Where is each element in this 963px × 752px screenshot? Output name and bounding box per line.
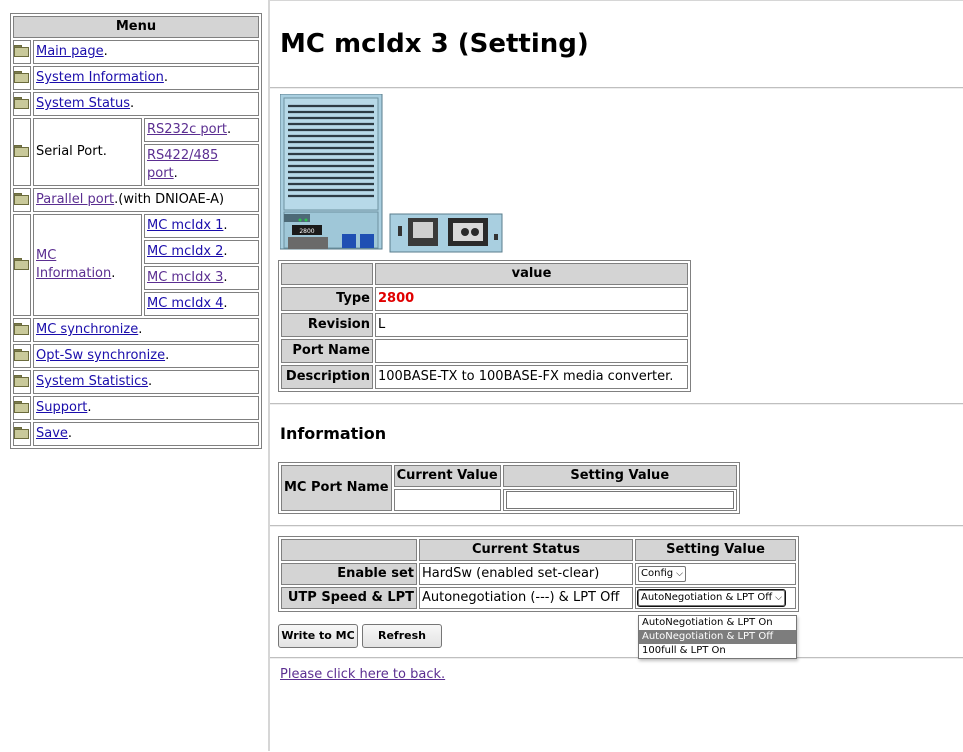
device-model-label: 2800 xyxy=(299,228,314,235)
current-value-header: Current Value xyxy=(393,465,501,487)
table-row: Description 100BASE-TX to 100BASE-FX med… xyxy=(281,365,688,389)
type-value: 2800 xyxy=(375,287,688,311)
enable-set-select[interactable]: Config ⌵ xyxy=(638,565,686,582)
enable-set-current: HardSw (enabled set-clear) xyxy=(419,563,633,585)
setting-value-header: Setting Value xyxy=(635,539,796,561)
menu-link-rs422-485[interactable]: RS422/485 port xyxy=(147,148,218,181)
folder-icon xyxy=(14,45,29,57)
mc-port-name-header: MC Port Name xyxy=(281,465,392,511)
menu-link-rs232c[interactable]: RS232c port xyxy=(147,122,227,137)
write-to-mc-button[interactable]: Write to MC xyxy=(278,624,358,648)
menu-header: Menu xyxy=(13,16,259,38)
revision-value: L xyxy=(375,313,688,337)
utp-speed-dropdown: AutoNegotiation & LPT On AutoNegotiation… xyxy=(638,615,797,659)
chevron-down-icon: ⌵ xyxy=(676,568,683,579)
utp-speed-select[interactable]: AutoNegotiation & LPT Off ⌵ xyxy=(637,588,786,607)
dropdown-option[interactable]: AutoNegotiation & LPT On xyxy=(639,616,796,630)
folder-icon xyxy=(14,145,29,157)
device-image: 2800 xyxy=(280,94,503,253)
folder-icon xyxy=(14,349,29,361)
content-frame: MC mcIdx 3 (Setting) 2800 value Type 280… xyxy=(270,0,963,752)
menu-link-mc-mcidx-1[interactable]: MC mcIdx 1 xyxy=(147,218,223,233)
status-table: Current Status Setting Value Enable set … xyxy=(278,536,799,612)
row-label-description: Description xyxy=(281,365,373,389)
folder-icon xyxy=(14,401,29,413)
row-label-utp-speed: UTP Speed & LPT xyxy=(281,587,417,609)
menu-link-mc-mcidx-3[interactable]: MC mcIdx 3 xyxy=(147,270,223,285)
menu-link-mc-mcidx-4[interactable]: MC mcIdx 4 xyxy=(147,296,223,311)
utp-speed-current: Autonegotiation (---) & LPT Off xyxy=(419,587,633,609)
dropdown-option[interactable]: 100full & LPT On xyxy=(639,644,796,658)
menu-link-main-page[interactable]: Main page xyxy=(36,44,104,59)
menu-link-mc-mcidx-2[interactable]: MC mcIdx 2 xyxy=(147,244,223,259)
refresh-button[interactable]: Refresh xyxy=(362,624,442,648)
back-link[interactable]: Please click here to back. xyxy=(280,667,445,682)
table-row: Revision L xyxy=(281,313,688,337)
row-label-type: Type xyxy=(281,287,373,311)
folder-icon xyxy=(14,427,29,439)
row-label-revision: Revision xyxy=(281,313,373,337)
folder-icon xyxy=(14,375,29,387)
menu-link-system-statistics[interactable]: System Statistics xyxy=(36,374,148,389)
description-value: 100BASE-TX to 100BASE-FX media converter… xyxy=(375,365,688,389)
table-row: Type 2800 xyxy=(281,287,688,311)
menu-frame: Menu Main page. System Information. Syst… xyxy=(0,0,270,751)
port-name-value xyxy=(375,339,688,363)
dropdown-option-selected[interactable]: AutoNegotiation & LPT Off xyxy=(639,630,796,644)
table-row: Enable set HardSw (enabled set-clear) Co… xyxy=(281,563,796,585)
folder-icon xyxy=(14,193,29,205)
divider xyxy=(270,657,963,659)
divider xyxy=(270,87,963,89)
menu-link-save[interactable]: Save xyxy=(36,426,68,441)
menu-link-parallel-port[interactable]: Parallel port xyxy=(36,192,114,207)
value-header: value xyxy=(375,263,688,285)
menu-link-support[interactable]: Support xyxy=(36,400,87,415)
serial-port-label: Serial Port. xyxy=(33,118,142,186)
device-info-table: value Type 2800 Revision L Port Name Des… xyxy=(278,260,691,392)
folder-icon xyxy=(14,258,29,270)
folder-icon xyxy=(14,323,29,335)
menu-link-system-status[interactable]: System Status xyxy=(36,96,130,111)
menu-link-system-information[interactable]: System Information xyxy=(36,70,164,85)
divider xyxy=(270,525,963,527)
row-label-port-name: Port Name xyxy=(281,339,373,363)
folder-icon xyxy=(14,97,29,109)
current-port-name xyxy=(393,489,501,511)
menu-link-mc-synchronize[interactable]: MC synchronize xyxy=(36,322,138,337)
chevron-down-icon: ⌵ xyxy=(775,592,782,603)
menu-link-opt-sw-synchronize[interactable]: Opt-Sw synchronize xyxy=(36,348,165,363)
row-label-enable-set: Enable set xyxy=(281,563,417,585)
page-title: MC mcIdx 3 (Setting) xyxy=(280,29,589,59)
divider xyxy=(270,403,963,405)
setting-value-header: Setting Value xyxy=(502,465,737,487)
information-heading: Information xyxy=(280,424,387,443)
table-row: Port Name xyxy=(281,339,688,363)
folder-icon xyxy=(14,71,29,83)
menu-table: Menu Main page. System Information. Syst… xyxy=(10,13,262,449)
information-table: MC Port Name Current Value Setting Value xyxy=(278,462,740,514)
table-row: UTP Speed & LPT Autonegotiation (---) & … xyxy=(281,587,796,609)
port-name-input[interactable] xyxy=(505,491,734,509)
menu-link-mc-information[interactable]: MC Information xyxy=(36,248,111,281)
current-status-header: Current Status xyxy=(419,539,633,561)
